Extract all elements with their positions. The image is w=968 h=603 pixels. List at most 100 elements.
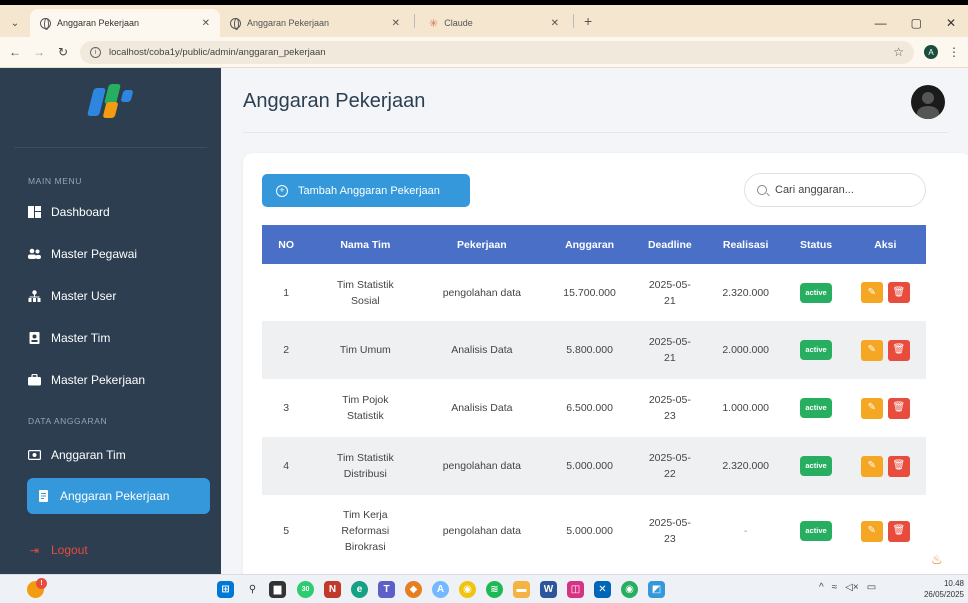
app-icon[interactable]: A	[432, 581, 449, 598]
column-header-no[interactable]: NO	[262, 225, 311, 264]
edit-button[interactable]: ✎	[860, 339, 883, 361]
close-icon[interactable]: ✕	[551, 18, 559, 29]
add-anggaran-button[interactable]: + Tambah Anggaran Pekerjaan	[262, 174, 470, 207]
sidebar-item-anggaran-pekerjaan[interactable]: Anggaran Pekerjaan	[27, 478, 210, 514]
site-info-icon[interactable]: i	[90, 46, 101, 58]
column-header-pekerjaan[interactable]: Pekerjaan	[420, 225, 544, 264]
teams-icon[interactable]: T	[378, 581, 395, 598]
column-header-status[interactable]: Status	[787, 225, 845, 264]
file-explorer-icon[interactable]: ▬	[513, 581, 530, 598]
chrome-icon[interactable]: ◉	[459, 581, 476, 598]
sidebar-item-label: Master Pekerjaan	[51, 373, 146, 387]
chat-icon[interactable]: 30	[297, 581, 314, 598]
search-taskbar-icon[interactable]: ⚲	[244, 581, 261, 598]
cell-nama-tim-line: Statistik	[346, 410, 384, 422]
reload-icon[interactable]: ↻	[56, 45, 70, 59]
browser-tab-strip: ⌄ Anggaran Pekerjaan ✕ Anggaran Pekerjaa…	[0, 5, 968, 37]
tab-title: Anggaran Pekerjaan	[57, 18, 140, 28]
menu-kebab-icon[interactable]: ⋮	[948, 45, 960, 59]
edge-icon[interactable]: e	[351, 581, 368, 598]
sidebar-item-dashboard[interactable]: Dashboard	[26, 194, 209, 230]
back-icon[interactable]: ←	[8, 45, 22, 59]
cell-aksi: ✎ 🗑	[845, 379, 926, 437]
tab-search-button[interactable]: ⌄	[0, 9, 30, 37]
profile-avatar[interactable]: A	[924, 45, 938, 59]
user-avatar[interactable]	[911, 85, 945, 119]
edit-button[interactable]: ✎	[860, 282, 883, 303]
sidebar-item-master-tim[interactable]: Master Tim	[26, 320, 209, 356]
sidebar-item-master-pegawai[interactable]: Master Pegawai	[26, 236, 209, 272]
sidebar-item-master-user[interactable]: Master User	[26, 278, 209, 314]
cell-nama-tim: Tim Statistik Distribusi	[310, 437, 421, 495]
column-header-anggaran[interactable]: Anggaran	[543, 225, 636, 264]
delete-button[interactable]: 🗑	[887, 282, 910, 303]
notification-count: 30	[301, 586, 310, 593]
search-input[interactable]: Cari anggaran...	[744, 173, 926, 207]
word-icon[interactable]: W	[540, 581, 557, 598]
cell-anggaran: 15.700.000	[563, 286, 616, 299]
cell-aksi: ✎ 🗑	[845, 264, 926, 321]
cell-nama-tim-line: Tim Statistik	[336, 278, 394, 291]
edit-button[interactable]: ✎	[860, 455, 883, 477]
delete-button[interactable]: 🗑	[887, 520, 910, 542]
edit-button[interactable]: ✎	[860, 520, 883, 542]
column-header-deadline[interactable]: Deadline	[635, 225, 704, 264]
delete-button[interactable]: 🗑	[887, 397, 910, 419]
battery-icon[interactable]: ▭	[867, 582, 876, 593]
cell-nama-tim-line: Tim Umum	[339, 344, 391, 356]
wifi-icon[interactable]: ≈	[832, 582, 838, 593]
chrome-icon[interactable]: ◉	[621, 581, 638, 598]
sidebar-item-label: Dashboard	[51, 205, 110, 219]
sidebar-item-anggaran-tim[interactable]: Anggaran Tim	[26, 437, 209, 473]
cell-realisasi: 1.000.000	[722, 402, 770, 414]
money-icon	[28, 450, 41, 460]
cell-nama-tim: Tim Umum	[310, 321, 421, 379]
column-header-nama-tim[interactable]: Nama Tim	[310, 225, 421, 264]
pencil-icon: ✎	[867, 402, 876, 413]
spotify-icon[interactable]: ≋	[486, 581, 503, 598]
sidebar-divider	[14, 147, 207, 148]
forward-icon[interactable]: →	[32, 45, 46, 59]
cell-deadline: 2025-05- 21	[636, 264, 704, 321]
sidebar-item-master-pekerjaan[interactable]: Master Pekerjaan	[26, 362, 209, 398]
edit-button[interactable]: ✎	[860, 397, 883, 419]
receipt-icon	[39, 490, 48, 502]
table-row: 4 Tim Statistik Distribusi pengolahan dat…	[262, 437, 926, 495]
close-icon[interactable]: ✕	[392, 18, 400, 29]
url-field[interactable]: i localhost/coba1y/public/admin/anggaran…	[80, 40, 914, 64]
browser-tab-active[interactable]: Anggaran Pekerjaan ✕	[30, 9, 220, 37]
close-icon[interactable]: ✕	[202, 18, 210, 29]
sidebar-item-logout[interactable]: ⇥ Logout	[26, 532, 209, 568]
pencil-icon: ✎	[867, 286, 876, 298]
pencil-icon: ✎	[867, 460, 876, 471]
clock-date: 26/05/2025	[923, 590, 964, 599]
cell-deadline-line: 2025-05-	[648, 394, 691, 406]
cell-nama-tim-line: Distribusi	[343, 468, 387, 480]
netflix-icon[interactable]: N	[324, 581, 341, 598]
task-view-icon[interactable]: ▆	[269, 581, 286, 598]
delete-button[interactable]: 🗑	[887, 339, 910, 361]
clock[interactable]: 10.48 26/05/2025	[912, 578, 964, 600]
add-anggaran-label: Tambah Anggaran Pekerjaan	[298, 184, 440, 197]
windows-start-icon[interactable]: ⊞	[217, 581, 234, 598]
bookmark-star-icon[interactable]: ☆	[893, 45, 904, 59]
vscode-icon[interactable]: ✕	[594, 581, 611, 598]
globe-icon	[230, 17, 241, 30]
globe-icon	[40, 17, 51, 30]
new-tab-button[interactable]: +	[578, 13, 598, 29]
close-window-icon[interactable]: ✕	[946, 16, 956, 30]
cell-no: 5	[283, 525, 290, 537]
app-icon[interactable]: ◆	[405, 581, 422, 598]
cell-pekerjaan: pengolahan data	[442, 286, 521, 299]
browser-tab[interactable]: Anggaran Pekerjaan ✕	[220, 9, 410, 37]
volume-icon[interactable]: ◁×	[845, 582, 859, 593]
photos-icon[interactable]: ◩	[648, 581, 665, 598]
restore-icon[interactable]: ▢	[911, 16, 922, 30]
browser-tab-claude[interactable]: ✳ Claude ✕	[419, 9, 569, 37]
minimize-icon[interactable]: —	[875, 16, 887, 30]
app-icon[interactable]: ◫	[567, 581, 584, 598]
chevron-up-icon[interactable]: ^	[819, 582, 824, 593]
cell-no: 3	[283, 402, 290, 414]
column-header-realisasi[interactable]: Realisasi	[703, 225, 788, 264]
delete-button[interactable]: 🗑	[887, 455, 910, 477]
